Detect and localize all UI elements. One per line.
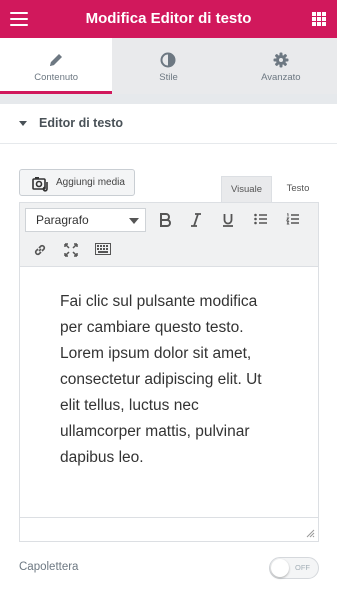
drop-cap-toggle[interactable]: OFF	[269, 557, 319, 579]
gear-icon	[273, 52, 289, 68]
editor-content[interactable]: Fai clic sul pulsante modifica per cambi…	[60, 289, 280, 471]
editor-statusbar	[20, 517, 318, 541]
chevron-down-icon	[129, 218, 139, 224]
add-media-label: Aggiungi media	[56, 177, 125, 188]
contrast-icon	[160, 52, 176, 68]
numbered-list-icon[interactable]	[282, 209, 304, 231]
media-icon	[32, 177, 48, 192]
tab-visual[interactable]: Visuale	[221, 176, 272, 202]
keyboard-icon[interactable]	[92, 239, 114, 261]
panel-tabs: Contenuto Stile Avanzato	[0, 38, 337, 94]
toggle-knob	[271, 559, 289, 577]
grid-icon[interactable]	[312, 12, 326, 26]
section-title: Editor di testo	[39, 116, 124, 130]
tab-contenuto[interactable]: Contenuto	[0, 38, 113, 94]
italic-icon[interactable]	[185, 209, 207, 231]
toggle-state-label: OFF	[295, 563, 310, 572]
format-select[interactable]: Paragrafo	[25, 208, 146, 232]
drop-cap-label: Capolettera	[19, 561, 79, 573]
panel-title: Modifica Editor di testo	[85, 10, 252, 27]
underline-icon[interactable]	[217, 209, 239, 231]
pencil-icon	[50, 54, 63, 66]
resize-handle-icon[interactable]	[306, 529, 315, 538]
fullscreen-icon[interactable]	[60, 239, 82, 261]
bullet-list-icon[interactable]	[250, 209, 272, 231]
text-editor: Paragrafo Fai clic sul pulsante modifica…	[19, 202, 319, 542]
tab-label: Contenuto	[34, 72, 79, 83]
add-media-button[interactable]: Aggiungi media	[19, 169, 135, 196]
tab-avanzato[interactable]: Avanzato	[224, 38, 337, 94]
section-toggle[interactable]: Editor di testo	[0, 104, 337, 144]
panel-header: Modifica Editor di testo	[0, 0, 337, 38]
hamburger-icon[interactable]	[10, 12, 28, 26]
bold-icon[interactable]	[154, 209, 176, 231]
caret-down-icon	[19, 121, 27, 126]
tab-text[interactable]: Testo	[278, 176, 318, 202]
format-select-value: Paragrafo	[36, 213, 89, 227]
editor-toolbar: Paragrafo	[20, 203, 318, 267]
tab-label: Avanzato	[261, 72, 301, 83]
link-icon[interactable]	[29, 239, 51, 261]
tabs-divider	[0, 94, 337, 104]
tab-label: Stile	[159, 72, 178, 83]
tab-stile[interactable]: Stile	[112, 38, 225, 94]
